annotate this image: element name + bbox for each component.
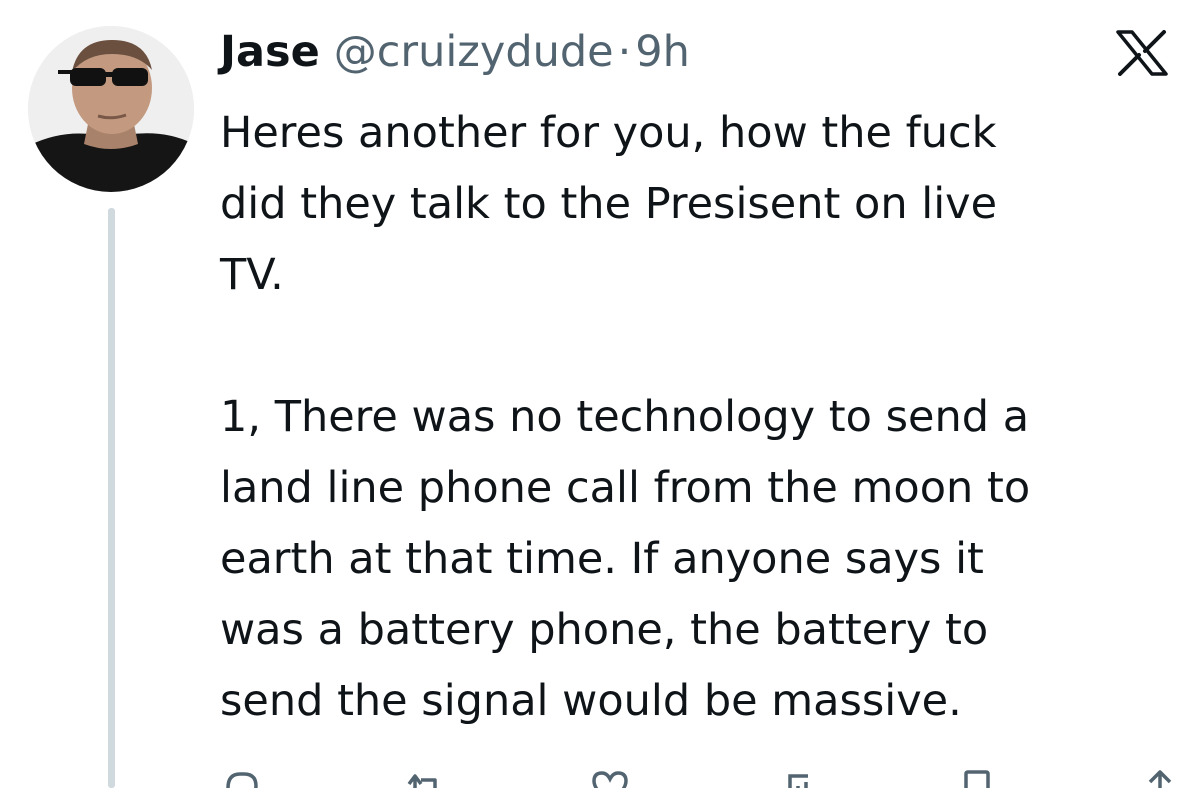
separator-dot: · bbox=[617, 27, 632, 77]
tweet-actions bbox=[220, 768, 1180, 788]
reply-button[interactable] bbox=[220, 768, 260, 788]
timestamp[interactable]: 9h bbox=[635, 22, 690, 82]
share-button[interactable] bbox=[1140, 768, 1180, 788]
tweet-header: Jase @cruizydude · 9h bbox=[220, 22, 690, 82]
bookmark-icon bbox=[957, 768, 997, 788]
x-logo-icon bbox=[1116, 30, 1168, 76]
reply-icon bbox=[220, 768, 260, 788]
bookmark-button[interactable] bbox=[957, 768, 997, 788]
views-icon bbox=[774, 768, 814, 788]
like-button[interactable] bbox=[590, 768, 630, 788]
share-icon bbox=[1140, 768, 1180, 788]
like-icon bbox=[590, 768, 630, 788]
retweet-icon bbox=[403, 768, 447, 788]
tweet-text: Heres another for you, how the fuck did … bbox=[220, 108, 1031, 726]
thread-line bbox=[108, 208, 115, 788]
display-name[interactable]: Jase bbox=[220, 22, 320, 82]
views-button[interactable] bbox=[774, 768, 814, 788]
avatar[interactable] bbox=[28, 26, 194, 192]
retweet-button[interactable] bbox=[403, 768, 447, 788]
user-handle[interactable]: @cruizydude bbox=[334, 22, 614, 82]
